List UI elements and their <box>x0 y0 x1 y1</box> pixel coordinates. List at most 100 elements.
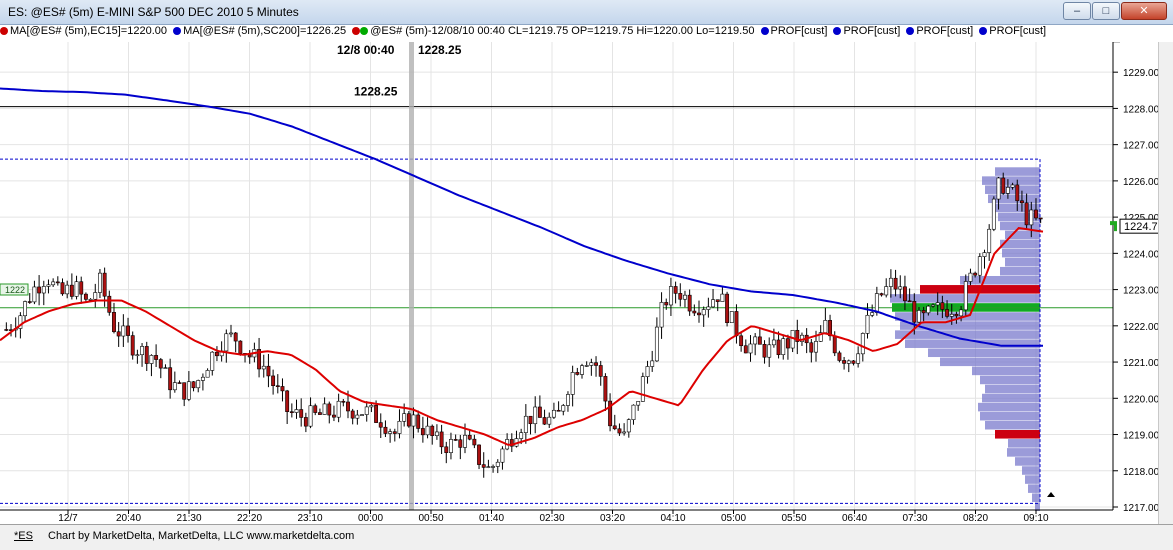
vertical-scrollbar[interactable] <box>1158 42 1173 524</box>
candle-body <box>238 340 243 354</box>
candle-body <box>41 286 46 294</box>
legend-item-profile-3[interactable]: PROF[cust] <box>906 25 973 37</box>
candle-body <box>931 304 935 307</box>
candle-body <box>987 228 992 253</box>
legend-item-ma15[interactable]: MA[@ES# (5m),EC15]=1220.00 <box>0 25 167 37</box>
last-price-label: 1224.75 <box>1124 221 1158 233</box>
legend-item-price[interactable]: @ES# (5m)-12/08/10 00:40 CL=1219.75 OP=1… <box>352 25 754 37</box>
y-tick-label: 1229.00 <box>1123 68 1158 79</box>
legend-item-profile-4[interactable]: PROF[cust] <box>979 25 1046 37</box>
candle-body <box>186 381 191 400</box>
legend-text: MA[@ES# (5m),SC200]=1226.25 <box>183 25 347 37</box>
legend-item-profile-2[interactable]: PROF[cust] <box>833 25 900 37</box>
legend-item-ma200[interactable]: MA[@ES# (5m),SC200]=1226.25 <box>173 25 346 37</box>
candle-body <box>392 431 397 434</box>
dot-icon <box>906 27 915 35</box>
x-tick-label: 20:40 <box>116 513 141 524</box>
profile-bar <box>995 430 1040 439</box>
candle-body <box>622 431 627 434</box>
candle-body <box>739 335 744 347</box>
candle-body <box>51 281 56 286</box>
candle-body <box>575 372 580 375</box>
candle-body <box>299 409 304 418</box>
close-button[interactable]: ✕ <box>1121 2 1167 20</box>
candle-body <box>912 300 917 323</box>
candle-body <box>140 346 145 356</box>
candle-body <box>60 282 65 295</box>
x-tick-label: 12/7 <box>58 513 78 524</box>
profile-bar <box>940 357 1040 367</box>
candle-body <box>743 345 748 354</box>
candle-body <box>1015 184 1020 202</box>
candle-body <box>1020 200 1024 204</box>
status-bar: *ES Chart by MarketDelta, MarketDelta, L… <box>0 524 1173 550</box>
candle-body <box>570 372 575 395</box>
candle-body <box>697 312 701 316</box>
candle-body <box>748 343 753 354</box>
candle-body <box>842 360 847 364</box>
candle-body <box>477 444 481 465</box>
profile-bar <box>1015 457 1040 466</box>
legend-item-profile-1[interactable]: PROF[cust] <box>760 25 827 37</box>
candle-body <box>261 365 266 370</box>
candle-body <box>369 405 374 408</box>
x-tick-label: 08:20 <box>963 513 988 524</box>
candle-body <box>336 400 341 418</box>
candle-body <box>533 406 538 425</box>
y-tick-label: 1228.00 <box>1123 104 1158 115</box>
legend-text: PROF[cust] <box>916 25 974 37</box>
candle-body <box>846 360 851 364</box>
candle-body <box>308 405 313 427</box>
candle-body <box>420 428 425 436</box>
candle-body <box>69 284 74 297</box>
x-tick-label: 00:50 <box>418 513 443 524</box>
profile-bar <box>972 366 1040 376</box>
candle-body <box>762 344 767 358</box>
y-tick-label: 1227.00 <box>1123 141 1158 152</box>
candle-body <box>313 405 318 413</box>
candle-body <box>229 332 233 335</box>
candle-body <box>116 331 121 337</box>
candle-body <box>1001 177 1006 194</box>
candle-body <box>683 294 687 300</box>
candle-body <box>23 301 27 317</box>
candle-body <box>317 412 322 415</box>
candle-body <box>294 409 299 413</box>
candle-body <box>874 293 879 313</box>
candle-body <box>121 325 126 337</box>
profile-bar <box>985 384 1040 394</box>
x-axis[interactable]: 12/7 20:40 21:30 22:20 23:10 00:00 00:50 01:40 0… <box>58 510 1049 524</box>
candle-body <box>589 362 594 366</box>
dot-icon <box>833 27 842 35</box>
candle-body <box>364 406 369 415</box>
candle-body <box>481 464 486 468</box>
candle-body <box>584 365 589 367</box>
candle-body <box>982 252 987 257</box>
candle-body <box>720 293 725 302</box>
candle-body <box>378 422 383 428</box>
candle-body <box>711 299 715 308</box>
y-tick-label: 1223.00 <box>1123 286 1158 297</box>
minimize-button[interactable]: – <box>1063 2 1091 20</box>
candle-body <box>158 359 163 369</box>
candle-body <box>949 313 954 317</box>
candle-body <box>458 439 463 448</box>
candle-body <box>224 333 229 352</box>
candle-body <box>528 415 533 425</box>
crosshair-cursor <box>409 42 414 510</box>
maximize-button[interactable]: □ <box>1092 2 1120 20</box>
candle-body <box>275 385 280 387</box>
candle-body <box>491 466 496 468</box>
price-chart[interactable]: 1217.00 1218.00 1219.00 1220.00 1221.00 1222.… <box>0 42 1158 524</box>
profile-bar <box>980 411 1040 421</box>
candle-body <box>968 272 973 282</box>
candle-body <box>247 354 252 358</box>
y-axis[interactable]: 1217.00 1218.00 1219.00 1220.00 1221.00 1222.… <box>1113 68 1158 514</box>
candle-body <box>327 403 332 416</box>
candle-body <box>645 366 650 377</box>
candle-body <box>959 309 964 317</box>
symbol-tab[interactable]: *ES <box>14 530 33 542</box>
profile-bar <box>895 330 1040 339</box>
candle-body <box>832 335 837 354</box>
y-tick-label: 1220.00 <box>1123 394 1158 405</box>
